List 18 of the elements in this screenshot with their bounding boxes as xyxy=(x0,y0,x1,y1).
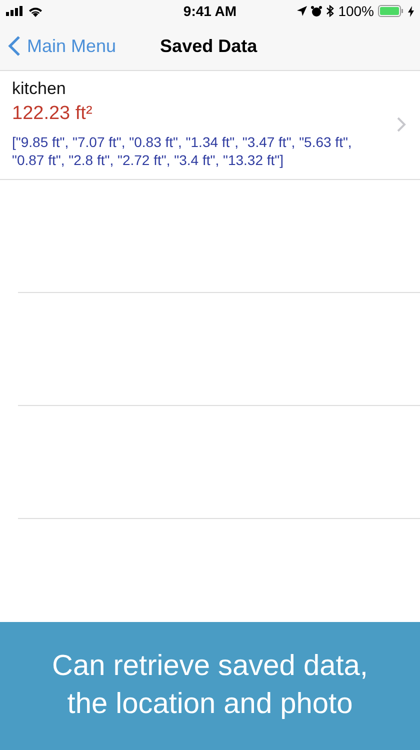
chevron-left-icon xyxy=(8,35,21,57)
signal-icon xyxy=(6,6,24,16)
saved-data-row[interactable]: kitchen 122.23 ft² ["9.85 ft", "7.07 ft", "0.83 ft", "1.34 ft", "3.47 ft", "5.63 ft", "0.87 ft", "2.8 ft", "2.72 ft", "3.4 ft", "13.32 ft"] xyxy=(0,71,420,180)
room-name: kitchen xyxy=(12,79,67,99)
nav-title: Saved Data xyxy=(160,36,258,56)
chevron-right-icon xyxy=(397,116,406,132)
status-time: 9:41 AM xyxy=(183,3,237,19)
charging-bolt-icon xyxy=(408,6,414,16)
caption-line: the location and photo xyxy=(67,687,353,722)
battery-percent: 100% xyxy=(338,3,374,19)
area-value: 122.23 ft² xyxy=(12,103,94,125)
location-arrow-icon xyxy=(297,6,308,16)
alarm-clock-icon xyxy=(311,6,322,16)
measurements-list: ["9.85 ft", "7.07 ft", "0.83 ft", "1.34 ft", "3.47 ft", "5.63 ft", "0.87 ft", "2.8 ft", "2.72 ft", "3.4 ft", "13.32 ft"] xyxy=(12,133,397,170)
bluetooth-icon xyxy=(326,5,334,17)
caption-line: Can retrieve saved data, xyxy=(52,649,368,684)
wifi-icon xyxy=(28,6,43,16)
battery-icon xyxy=(378,5,404,17)
